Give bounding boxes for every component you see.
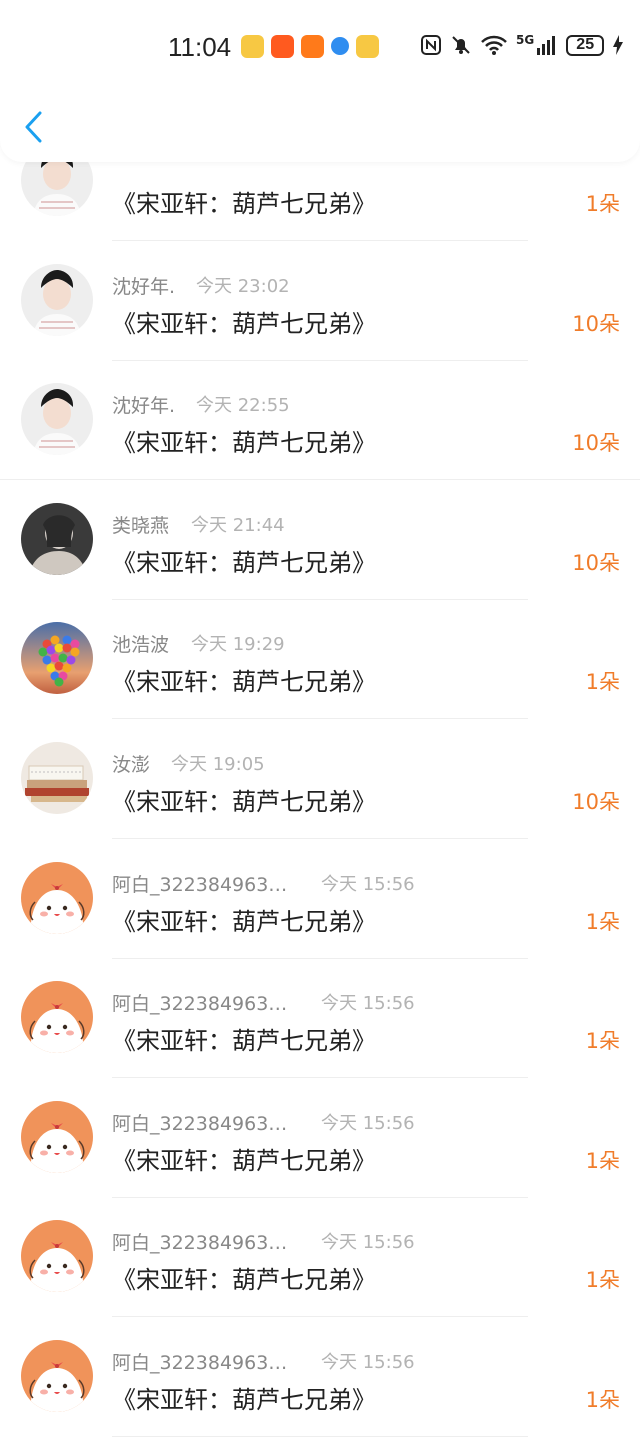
- chevron-left-icon[interactable]: [22, 110, 46, 144]
- flower-count: 1朵: [585, 909, 620, 934]
- mute-icon: [452, 36, 470, 54]
- sender-name[interactable]: 池浩波: [112, 630, 169, 657]
- compass-icon: [331, 37, 349, 55]
- sender-name[interactable]: 阿白_322384963…: [112, 1348, 287, 1375]
- gift-message: 《宋亚轩：葫芦七兄弟》: [112, 1146, 376, 1175]
- flower-count: 1朵: [585, 670, 620, 695]
- firefox-icon: [301, 35, 324, 58]
- wifi-icon: [481, 35, 507, 55]
- gift-row[interactable]: 阿白_322384963… 今天 15:56 《宋亚轩：葫芦七兄弟》 1朵: [0, 839, 640, 959]
- notification-icons: [241, 35, 379, 59]
- avatar[interactable]: [21, 263, 93, 336]
- gift-row[interactable]: 阿白_322384963… 今天 15:56 《宋亚轩：葫芦七兄弟》 1朵: [0, 1078, 640, 1198]
- send-time: 今天 15:56: [321, 873, 415, 895]
- signal-icon: [537, 36, 556, 55]
- sender-name[interactable]: 汝澎: [112, 750, 150, 777]
- sender-name[interactable]: 沈好年.: [112, 391, 175, 418]
- sender-name[interactable]: 沈好年.: [112, 272, 175, 299]
- flower-count: 10朵: [572, 431, 620, 456]
- send-time: 今天 19:29: [191, 634, 285, 656]
- flower-count: 10朵: [572, 550, 620, 575]
- status-time: 11:04: [168, 32, 232, 62]
- avatar[interactable]: [21, 622, 93, 695]
- send-time: 今天 21:44: [191, 514, 285, 536]
- gift-message: 《宋亚轩：葫芦七兄弟》: [112, 907, 376, 936]
- sender-name[interactable]: 类晓燕: [112, 511, 169, 538]
- gift-row[interactable]: 类晓燕 今天 21:44 《宋亚轩：葫芦七兄弟》 10朵: [0, 480, 640, 600]
- flower-count: 1朵: [585, 192, 620, 216]
- avatar[interactable]: [21, 742, 93, 814]
- gift-message: 《宋亚轩：葫芦七兄弟》: [112, 429, 376, 458]
- gift-message: 《宋亚轩：葫芦七兄弟》: [112, 190, 376, 218]
- weibo-icon: [241, 35, 264, 58]
- gift-message: 《宋亚轩：葫芦七兄弟》: [112, 548, 376, 577]
- send-time: 今天 15:56: [321, 993, 415, 1015]
- weibo-icon: [356, 35, 379, 58]
- sender-name[interactable]: 阿白_322384963…: [112, 870, 287, 897]
- avatar[interactable]: [21, 502, 93, 575]
- avatar[interactable]: [21, 1100, 93, 1173]
- gift-row[interactable]: 汝澎 今天 19:05 《宋亚轩：葫芦七兄弟》 10朵: [0, 719, 640, 839]
- send-time: 今天 15:56: [321, 1112, 415, 1134]
- battery-icon: 25: [566, 34, 605, 56]
- gift-row[interactable]: 阿白_322384963… 今天 15:56 《宋亚轩：葫芦七兄弟》 1朵: [0, 1317, 640, 1437]
- flower-count: 10朵: [572, 311, 620, 336]
- gift-row[interactable]: 池浩波 今天 19:29 《宋亚轩：葫芦七兄弟》 1朵: [0, 599, 640, 720]
- gift-row[interactable]: 沈好年. 今天 22:55 《宋亚轩：葫芦七兄弟》 10朵: [0, 360, 640, 481]
- send-time: 今天 15:56: [321, 1232, 415, 1254]
- flower-count: 1朵: [585, 1148, 620, 1173]
- charging-icon: [613, 35, 624, 55]
- gift-message: 《宋亚轩：葫芦七兄弟》: [112, 1386, 376, 1414]
- sender-name[interactable]: 阿白_322384963…: [112, 1109, 287, 1136]
- flower-count: 10朵: [572, 790, 620, 814]
- send-time: 今天 22:55: [196, 395, 290, 417]
- kuaishou-icon: [271, 35, 294, 58]
- gift-message: 《宋亚轩：葫芦七兄弟》: [112, 788, 376, 816]
- gift-row[interactable]: 阿白_322384963… 今天 15:56 《宋亚轩：葫芦七兄弟》 1朵: [0, 1197, 640, 1318]
- sender-name[interactable]: 阿白_322384963…: [112, 1228, 287, 1255]
- avatar[interactable]: [21, 1340, 93, 1412]
- gift-row[interactable]: 阿白_322384963… 今天 15:56 《宋亚轩：葫芦七兄弟》 1朵: [0, 958, 640, 1079]
- gift-row[interactable]: 沈好年. 今天 23:02 《宋亚轩：葫芦七兄弟》 10朵: [0, 241, 640, 361]
- flower-count: 1朵: [585, 1388, 620, 1412]
- system-icons: 5G 25: [420, 33, 624, 56]
- send-time: 今天 19:05: [171, 754, 265, 775]
- flower-count: 1朵: [585, 1029, 620, 1054]
- avatar[interactable]: [21, 861, 93, 934]
- gift-message: 《宋亚轩：葫芦七兄弟》: [112, 309, 376, 338]
- gift-message: 《宋亚轩：葫芦七兄弟》: [112, 668, 376, 697]
- flower-count: 1朵: [585, 1268, 620, 1293]
- nfc-icon: [421, 35, 441, 55]
- gift-message: 《宋亚轩：葫芦七兄弟》: [112, 1266, 376, 1295]
- send-time: 今天 23:02: [196, 275, 290, 297]
- avatar[interactable]: [21, 383, 93, 456]
- avatar[interactable]: [21, 981, 93, 1054]
- sender-name[interactable]: 阿白_322384963…: [112, 989, 287, 1016]
- avatar[interactable]: [21, 1220, 93, 1293]
- gift-message: 《宋亚轩：葫芦七兄弟》: [112, 1027, 376, 1056]
- send-time: 今天 15:56: [321, 1352, 415, 1373]
- network-type: 5G: [516, 33, 535, 47]
- top-bar: 11:04 5G 25: [0, 0, 640, 162]
